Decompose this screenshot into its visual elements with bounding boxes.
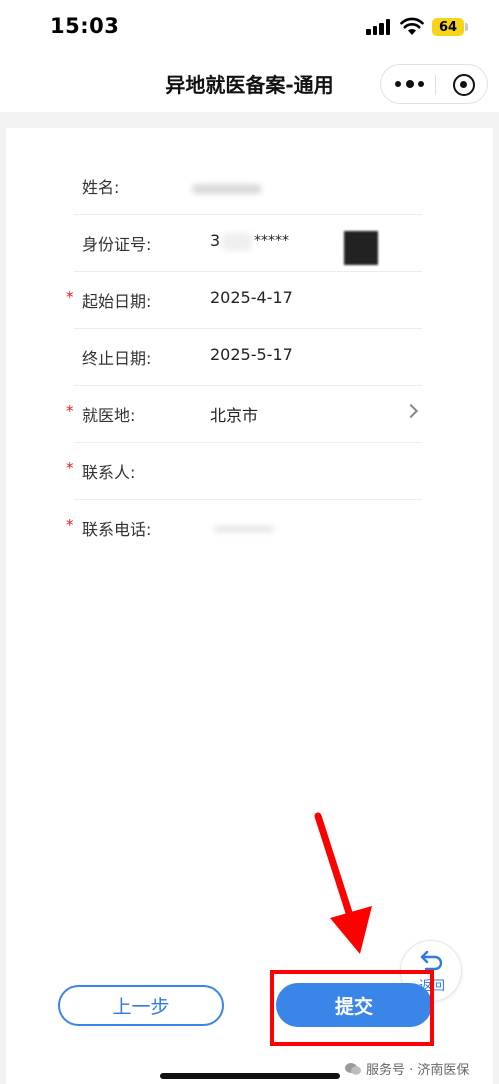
watermark: 服务号 · 济南医保 [344, 1059, 469, 1078]
contact-person-label: 联系人: [82, 463, 136, 482]
required-mark: * [66, 459, 74, 477]
form-row-start-date[interactable]: * 起始日期: 2025-4-17 [66, 272, 422, 329]
return-arrow-icon [420, 950, 443, 971]
nav-bar: 异地就医备案-通用 [0, 56, 499, 112]
end-date-value: 2025-5-17 [210, 345, 293, 364]
contact-phone-label: 联系电话: [82, 520, 152, 539]
id-number-redacted [222, 233, 252, 251]
home-indicator [160, 1073, 340, 1079]
required-mark: * [66, 402, 74, 420]
form-row-name[interactable]: 姓名: [74, 158, 422, 215]
battery-tip [465, 23, 468, 31]
form-card: 姓名: 身份证号: 3 ***** * 起始日期: 2025-4-17 终止日期… [6, 128, 493, 1084]
form-row-contact-person[interactable]: * 联系人: [66, 443, 422, 500]
annotation-arrow-icon [314, 812, 372, 954]
form-row-end-date[interactable]: 终止日期: 2025-5-17 [74, 329, 422, 386]
id-number-label: 身份证号: [82, 235, 152, 254]
contact-phone-redacted [214, 526, 274, 532]
more-icon[interactable] [395, 77, 425, 91]
status-time: 15:03 [50, 14, 120, 38]
form-row-id-number[interactable]: 身份证号: 3 ***** [74, 215, 422, 272]
capsule-divider [435, 75, 436, 95]
status-bar: 15:03 64 [0, 0, 499, 56]
id-number-value-masked: ***** [254, 233, 289, 249]
medical-location-label: 就医地: [82, 406, 136, 425]
required-mark: * [66, 516, 74, 534]
screen: 15:03 64 异地就医备案-通用 姓名: 身份证号: 3 ***** * 起… [0, 0, 499, 1084]
form-row-contact-phone[interactable]: * 联系电话: [66, 500, 422, 557]
registration-form: 姓名: 身份证号: 3 ***** * 起始日期: 2025-4-17 终止日期… [66, 158, 422, 557]
previous-step-button[interactable]: 上一步 [58, 985, 224, 1026]
watermark-text: 服务号 · 济南医保 [366, 1063, 470, 1078]
id-number-redacted-block [344, 231, 378, 265]
wechat-icon [345, 1062, 361, 1075]
id-number-value-prefix: 3 [210, 231, 221, 250]
name-value-redacted [192, 184, 262, 194]
end-date-label: 终止日期: [82, 349, 152, 368]
battery-icon: 64 [432, 18, 464, 36]
start-date-label: 起始日期: [82, 292, 152, 311]
form-row-medical-location[interactable]: * 就医地: 北京市 [66, 386, 422, 443]
battery-level: 64 [438, 19, 458, 35]
wifi-icon [400, 17, 424, 35]
cellular-signal-icon [366, 19, 392, 35]
close-mini-program-icon[interactable] [453, 74, 475, 96]
medical-location-value: 北京市 [210, 406, 259, 425]
start-date-value: 2025-4-17 [210, 288, 293, 307]
required-mark: * [66, 288, 74, 306]
name-label: 姓名: [82, 178, 120, 197]
chevron-right-icon[interactable] [403, 403, 419, 419]
mini-program-capsule [380, 64, 488, 104]
annotation-highlight-box [270, 970, 434, 1046]
